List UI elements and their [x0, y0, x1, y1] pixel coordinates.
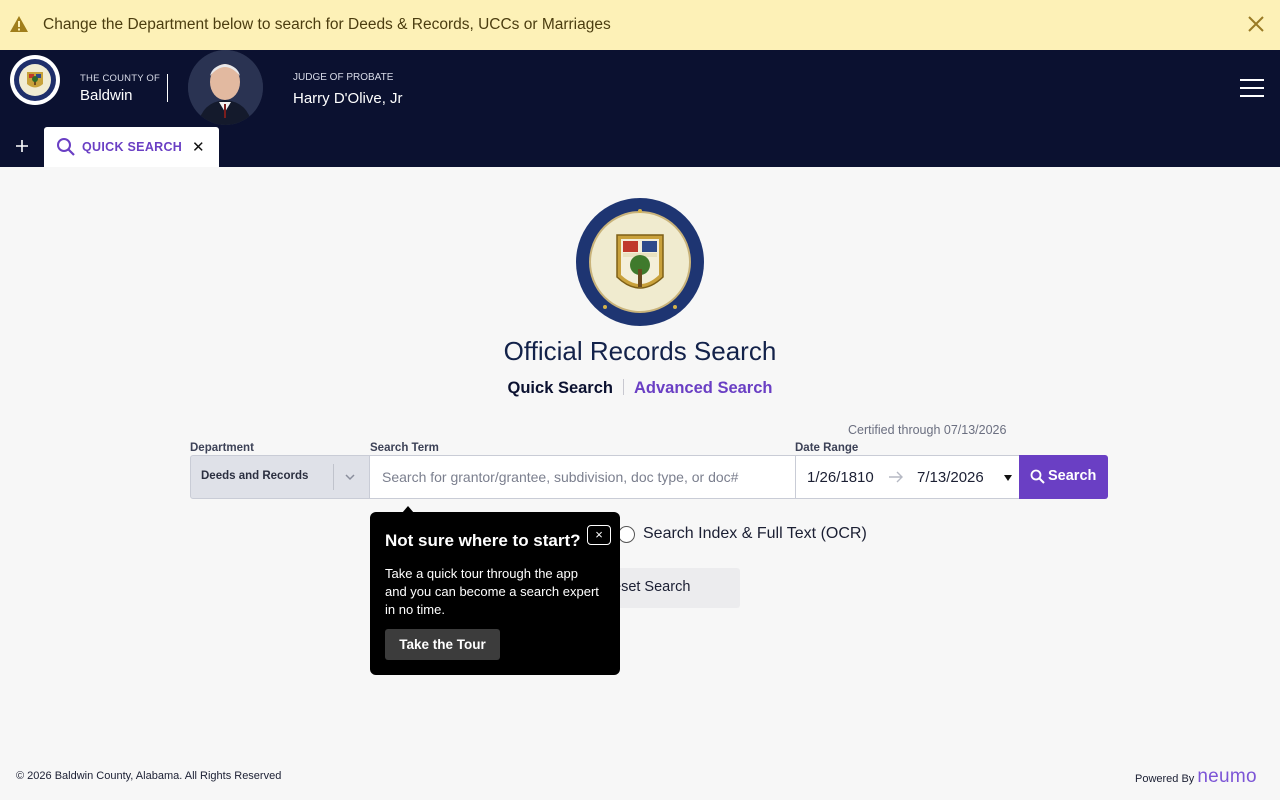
county-seal-logo[interactable] [10, 55, 60, 105]
tab-advanced-search-mode[interactable]: Advanced Search [634, 379, 772, 397]
caret-down-icon[interactable] [1004, 475, 1012, 481]
judge-portrait-icon [188, 50, 263, 125]
banner-close-icon[interactable] [1246, 14, 1266, 34]
department-label: Department [190, 442, 254, 454]
plus-icon [16, 140, 28, 152]
reset-search-label: eset Search [613, 579, 691, 595]
footer-powered-by: Powered By neumo [1135, 766, 1257, 788]
arrow-right-icon [889, 471, 903, 483]
search-button-label: Search [1048, 468, 1097, 484]
take-tour-button[interactable]: Take the Tour [385, 629, 500, 660]
search-term-label: Search Term [370, 442, 439, 454]
tour-close-icon[interactable]: × [587, 525, 611, 545]
chevron-down-icon [345, 474, 355, 481]
tour-popover: Not sure where to start? × Take a quick … [370, 506, 620, 675]
search-mode-tabs: Quick Search Advanced Search [0, 379, 1280, 398]
ocr-label[interactable]: Search Index & Full Text (OCR) [643, 525, 867, 543]
date-from[interactable]: 1/26/1810 [807, 469, 874, 486]
tab-quick-search-mode[interactable]: Quick Search [508, 379, 613, 397]
popover-pointer [402, 506, 414, 513]
department-value: Deeds and Records [201, 470, 309, 482]
page-title: Official Records Search [503, 336, 777, 366]
ocr-radio[interactable] [618, 526, 635, 543]
tab-quick-search[interactable]: QUICK SEARCH ✕ [44, 127, 219, 167]
tab-close-icon[interactable]: ✕ [192, 138, 205, 156]
seal-icon [14, 59, 56, 101]
search-input[interactable] [370, 455, 796, 499]
county-name: Baldwin [80, 87, 133, 104]
search-icon [57, 138, 75, 156]
hamburger-menu-icon[interactable] [1240, 79, 1264, 99]
banner-message: Change the Department below to search fo… [43, 16, 611, 33]
date-range-label: Date Range [795, 442, 859, 454]
header-divider [167, 74, 168, 102]
warning-icon [10, 16, 28, 32]
judge-subtitle: JUDGE OF PROBATE [293, 72, 394, 83]
footer-copyright: © 2026 Baldwin County, Alabama. All Righ… [16, 770, 282, 782]
county-subtitle: THE COUNTY OF [80, 73, 161, 84]
select-divider [333, 464, 334, 490]
date-range-picker[interactable]: 1/26/1810 7/13/2026 [795, 455, 1020, 499]
tour-body: Take a quick tour through the app and yo… [385, 566, 599, 617]
site-header: THE COUNTY OF Baldwin JUDGE OF PROBATE H… [0, 50, 1280, 167]
date-to[interactable]: 7/13/2026 [917, 469, 984, 486]
mode-divider [623, 379, 624, 395]
department-select[interactable]: Deeds and Records [190, 455, 370, 499]
search-icon [1030, 469, 1045, 484]
powered-by-label: Powered By [1135, 773, 1195, 785]
tab-label: QUICK SEARCH [82, 140, 183, 154]
judge-name: Harry D'Olive, Jr [293, 90, 403, 107]
search-button[interactable]: Search [1019, 455, 1108, 499]
certified-date: Certified through 07/13/2026 [848, 423, 1007, 437]
add-tab-button[interactable] [14, 138, 30, 154]
judge-avatar [188, 50, 263, 125]
neumo-logo[interactable]: neumo [1197, 766, 1257, 787]
county-seal-image [576, 198, 704, 326]
notification-banner: Change the Department below to search fo… [0, 0, 1280, 50]
tour-title: Not sure where to start? [385, 531, 581, 550]
